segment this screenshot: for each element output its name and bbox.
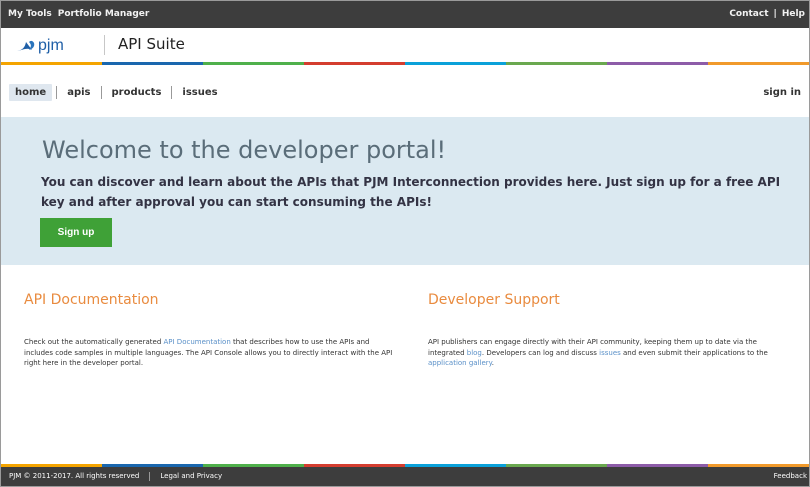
blog-link[interactable]: blog bbox=[467, 349, 482, 357]
logo-divider bbox=[104, 35, 105, 55]
copyright-text: PJM © 2011-2017. All rights reserved bbox=[9, 472, 140, 480]
api-documentation-heading: API Documentation bbox=[24, 292, 159, 308]
main-navigation: home apis products issues sign in bbox=[1, 65, 809, 117]
my-tools-link[interactable]: My Tools bbox=[8, 9, 52, 19]
toolbar-separator: | bbox=[773, 9, 777, 19]
application-gallery-link[interactable]: application gallery bbox=[428, 359, 492, 367]
nav-divider bbox=[171, 86, 173, 99]
footer-divider bbox=[149, 472, 151, 481]
portfolio-manager-link[interactable]: Portfolio Manager bbox=[58, 9, 150, 19]
pjm-logo-icon[interactable]: pjm bbox=[15, 35, 93, 55]
nav-apis[interactable]: apis bbox=[61, 84, 96, 101]
nav-products[interactable]: products bbox=[106, 84, 168, 101]
nav-home[interactable]: home bbox=[9, 84, 53, 101]
suite-title: API Suite bbox=[118, 35, 185, 53]
issues-link[interactable]: issues bbox=[599, 349, 621, 357]
nav-issues[interactable]: issues bbox=[176, 84, 223, 101]
nav-divider bbox=[100, 86, 102, 99]
browser-page: My Tools Portfolio Manager Contact | Hel… bbox=[0, 0, 810, 487]
branding-bar: pjm API Suite bbox=[1, 28, 809, 62]
welcome-hero: Welcome to the developer portal! You can… bbox=[1, 117, 809, 265]
developer-support-text: API publishers can engage directly with … bbox=[428, 338, 768, 367]
api-documentation-link[interactable]: API Documentation bbox=[164, 338, 231, 346]
feedback-link[interactable]: Feedback bbox=[774, 472, 807, 480]
legal-privacy-link[interactable]: Legal and Privacy bbox=[160, 472, 222, 481]
hero-description: You can discover and learn about the API… bbox=[41, 175, 781, 209]
sign-in-link[interactable]: sign in bbox=[763, 87, 801, 98]
developer-support-heading: Developer Support bbox=[428, 292, 560, 308]
help-link[interactable]: Help bbox=[782, 9, 805, 19]
nav-divider bbox=[56, 86, 58, 99]
api-documentation-text: Check out the automatically generated AP… bbox=[24, 338, 393, 367]
page-footer: PJM © 2011-2017. All rights reserved Leg… bbox=[1, 467, 809, 486]
sign-up-button[interactable]: Sign up bbox=[40, 218, 112, 247]
logo-text: pjm bbox=[38, 37, 64, 54]
contact-link[interactable]: Contact bbox=[729, 9, 768, 19]
info-sections: API Documentation Check out the automati… bbox=[1, 265, 809, 463]
top-toolbar: My Tools Portfolio Manager Contact | Hel… bbox=[1, 1, 809, 28]
page-title: Welcome to the developer portal! bbox=[42, 136, 447, 164]
